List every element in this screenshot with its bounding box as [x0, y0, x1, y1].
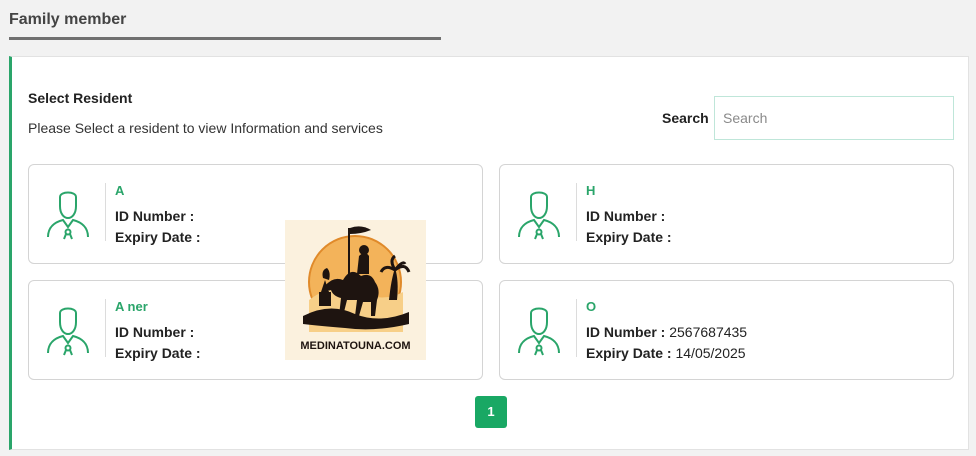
section-heading: Select Resident	[28, 90, 133, 106]
expiry-date-label: Expiry Date :	[586, 345, 672, 361]
resident-name: O	[586, 299, 597, 314]
card-divider	[576, 299, 577, 357]
expiry-date-row: Expiry Date :	[115, 229, 201, 245]
expiry-date-row: Expiry Date :	[115, 345, 201, 361]
person-outline-icon	[47, 191, 89, 240]
id-number-row: ID Number :	[115, 208, 194, 224]
resident-card[interactable]: O ID Number : 2567687435 Expiry Date : 1…	[499, 280, 954, 380]
tab-bar: Family member	[0, 0, 976, 48]
tab-family-member[interactable]: Family member	[9, 11, 126, 29]
expiry-date-label: Expiry Date :	[115, 345, 201, 361]
person-outline-icon	[518, 191, 560, 240]
section-description: Please Select a resident to view Informa…	[28, 120, 383, 136]
card-divider	[105, 299, 106, 357]
resident-card[interactable]: H ID Number : Expiry Date :	[499, 164, 954, 264]
search-input[interactable]	[714, 96, 954, 140]
expiry-date-label: Expiry Date :	[115, 229, 201, 245]
pagination-page-1[interactable]: 1	[475, 396, 507, 428]
camel-rider-logo-icon: MEDINATOUNA.COM	[300, 226, 411, 352]
expiry-date-value: 14/05/2025	[675, 345, 746, 361]
resident-name: H	[586, 183, 596, 198]
search-label: Search	[662, 110, 709, 126]
card-divider	[576, 183, 577, 241]
expiry-date-row: Expiry Date :	[586, 229, 672, 245]
id-number-label: ID Number :	[586, 324, 666, 340]
id-number-row: ID Number :	[586, 208, 665, 224]
person-outline-icon	[47, 307, 89, 356]
card-divider	[105, 183, 106, 241]
expiry-date-label: Expiry Date :	[586, 229, 672, 245]
id-number-label: ID Number :	[115, 208, 195, 224]
expiry-date-row: Expiry Date : 14/05/2025	[586, 345, 746, 361]
tab-active-indicator	[9, 37, 441, 40]
person-outline-icon	[518, 307, 560, 356]
id-number-row: ID Number :	[115, 324, 194, 340]
watermark-logo: MEDINATOUNA.COM	[285, 220, 426, 360]
id-number-row: ID Number : 2567687435	[586, 324, 747, 340]
watermark-text: MEDINATOUNA.COM	[300, 340, 410, 352]
resident-name: A ner	[115, 299, 148, 314]
id-number-label: ID Number :	[115, 324, 195, 340]
resident-name: A	[115, 183, 125, 198]
resident-panel: Select Resident Please Select a resident…	[9, 56, 969, 450]
id-number-label: ID Number :	[586, 208, 666, 224]
id-number-value: 2567687435	[669, 324, 748, 340]
